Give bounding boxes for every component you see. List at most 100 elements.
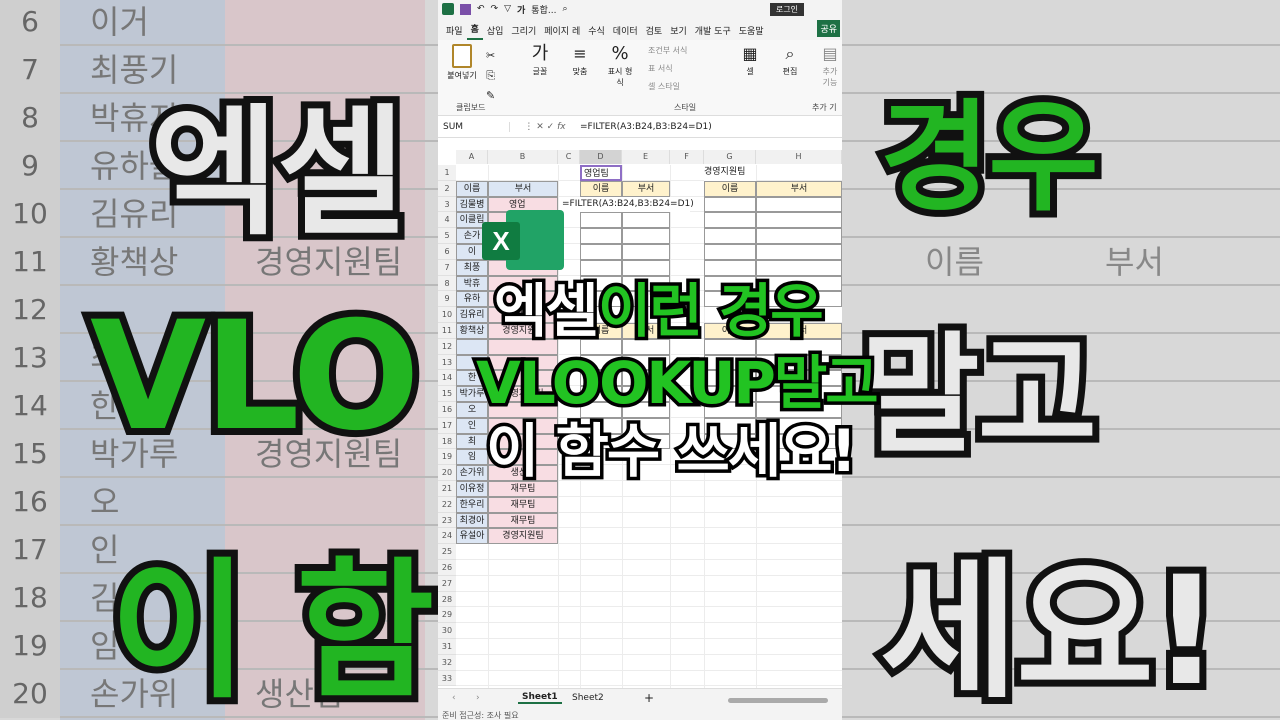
row-header[interactable]: 17	[438, 417, 456, 434]
dept-cell[interactable]: 재무팀	[488, 496, 558, 513]
column-header-D[interactable]: D	[580, 150, 622, 164]
name-cell[interactable]: 인	[456, 417, 488, 434]
result-cell[interactable]	[580, 212, 622, 229]
row-header[interactable]: 8	[438, 275, 456, 292]
dept-cell[interactable]	[488, 275, 558, 292]
header-dept-b2[interactable]: 부서	[488, 180, 558, 197]
number-format-button[interactable]: % 표시 형식	[606, 42, 634, 88]
row-header[interactable]: 29	[438, 607, 456, 624]
row-header[interactable]: 11	[438, 323, 456, 339]
result-cell[interactable]	[622, 417, 670, 434]
column-header-F[interactable]: F	[670, 150, 704, 164]
row-header[interactable]: 9	[438, 291, 456, 308]
formula-controls[interactable]: ⋮ ✕ ✓ fx	[510, 122, 580, 132]
dept-cell[interactable]	[488, 259, 558, 276]
result-cell[interactable]	[756, 402, 842, 418]
name-cell[interactable]: 한우리	[456, 496, 488, 513]
result-cell[interactable]	[622, 259, 670, 276]
row-header[interactable]: 28	[438, 591, 456, 608]
row-header[interactable]: 30	[438, 623, 456, 639]
row-header[interactable]: 3	[438, 196, 456, 213]
undo-icon[interactable]: ↶	[477, 4, 485, 14]
result-cell[interactable]	[756, 354, 842, 371]
row-header[interactable]: 27	[438, 575, 456, 592]
dept-cell[interactable]	[488, 354, 558, 371]
name-cell[interactable]: 손가	[456, 228, 488, 244]
result-cell[interactable]	[580, 244, 622, 260]
result-cell[interactable]	[580, 386, 622, 402]
align-button[interactable]: ≡ 맞춤	[566, 42, 594, 77]
name-cell[interactable]: 김물병	[456, 196, 488, 213]
row-header[interactable]: 5	[438, 228, 456, 244]
tab-6[interactable]: 데이터	[609, 21, 642, 40]
header-dept-h2[interactable]: 부서	[756, 180, 842, 197]
row-header[interactable]: 20	[438, 465, 456, 481]
dept-cell[interactable]	[488, 228, 558, 244]
dept-cell[interactable]	[488, 449, 558, 466]
row-header[interactable]: 19	[438, 449, 456, 466]
prev-sheet-icon[interactable]: ‹	[452, 693, 456, 703]
dept-cell[interactable]	[488, 212, 558, 229]
row-header[interactable]: 6	[438, 244, 456, 260]
name-cell[interactable]: 황책상	[456, 323, 488, 339]
result-cell[interactable]	[622, 212, 670, 229]
tab-2[interactable]: 삽입	[483, 21, 508, 40]
name-box[interactable]: SUM	[440, 121, 510, 132]
tab-3[interactable]: 그리기	[507, 21, 540, 40]
header-dept-h11[interactable]: 부서	[756, 323, 842, 339]
row-header[interactable]: 25	[438, 544, 456, 560]
horizontal-scrollbar[interactable]	[728, 698, 828, 703]
name-cell[interactable]	[456, 354, 488, 371]
style-buttons[interactable]: 조건부 서식 표 서식 셀 스타일	[648, 42, 687, 96]
tab-5[interactable]: 수식	[584, 21, 609, 40]
tab-4[interactable]: 페이지 레	[540, 21, 584, 40]
sheet-tab-1[interactable]: Sheet1	[518, 692, 562, 704]
tab-9[interactable]: 개발 도구	[691, 21, 735, 40]
header-dept-e2[interactable]: 부서	[622, 180, 670, 197]
dept-cell[interactable]: 재무팀	[488, 512, 558, 529]
cell-G1[interactable]: 경영지원팀	[704, 165, 756, 181]
result-cell[interactable]	[622, 354, 670, 371]
cell-style-button[interactable]: 셀 스타일	[648, 78, 687, 96]
name-cell[interactable]: 이	[456, 244, 488, 260]
row-header[interactable]: 13	[438, 354, 456, 371]
result-cell[interactable]	[756, 386, 842, 402]
name-cell[interactable]: 최풍	[456, 259, 488, 276]
row-header[interactable]: 14	[438, 370, 456, 387]
result-cell[interactable]	[704, 402, 756, 418]
name-cell[interactable]: 유설아	[456, 528, 488, 545]
header-name-d11[interactable]: 이름	[580, 323, 622, 339]
name-cell[interactable]: 이유정	[456, 481, 488, 497]
tab-7[interactable]: 검토	[642, 21, 667, 40]
dept-cell[interactable]	[488, 291, 558, 308]
result-cell[interactable]	[704, 196, 756, 213]
header-dept-e11[interactable]: 부서	[622, 323, 670, 339]
result-cell[interactable]	[580, 259, 622, 276]
name-cell[interactable]	[456, 338, 488, 355]
result-cell[interactable]	[756, 433, 842, 450]
result-cell[interactable]	[704, 386, 756, 402]
column-header-H[interactable]: H	[756, 150, 842, 164]
result-cell[interactable]	[756, 244, 842, 260]
result-cell[interactable]	[704, 433, 756, 450]
cell-D1[interactable]: 영업팀	[580, 165, 622, 181]
font-icon[interactable]: 가	[517, 3, 525, 16]
dept-cell[interactable]	[488, 417, 558, 434]
result-cell[interactable]	[622, 244, 670, 260]
name-cell[interactable]: 김유리	[456, 307, 488, 323]
save-icon[interactable]	[460, 3, 471, 15]
dept-cell[interactable]	[488, 370, 558, 387]
tab-8[interactable]: 보기	[666, 21, 691, 40]
result-cell[interactable]	[704, 354, 756, 371]
result-cell[interactable]	[704, 259, 756, 276]
dept-cell[interactable]: 재무팀	[488, 481, 558, 497]
result-cell[interactable]	[756, 417, 842, 434]
header-name-g11[interactable]: 이름	[704, 323, 756, 339]
result-cell[interactable]	[622, 275, 670, 292]
dept-cell[interactable]: 영업	[488, 196, 558, 213]
result-cell[interactable]	[580, 433, 622, 450]
result-cell[interactable]	[756, 196, 842, 213]
result-cell[interactable]	[622, 228, 670, 244]
result-cell[interactable]	[580, 291, 622, 308]
result-cell[interactable]	[622, 370, 670, 387]
